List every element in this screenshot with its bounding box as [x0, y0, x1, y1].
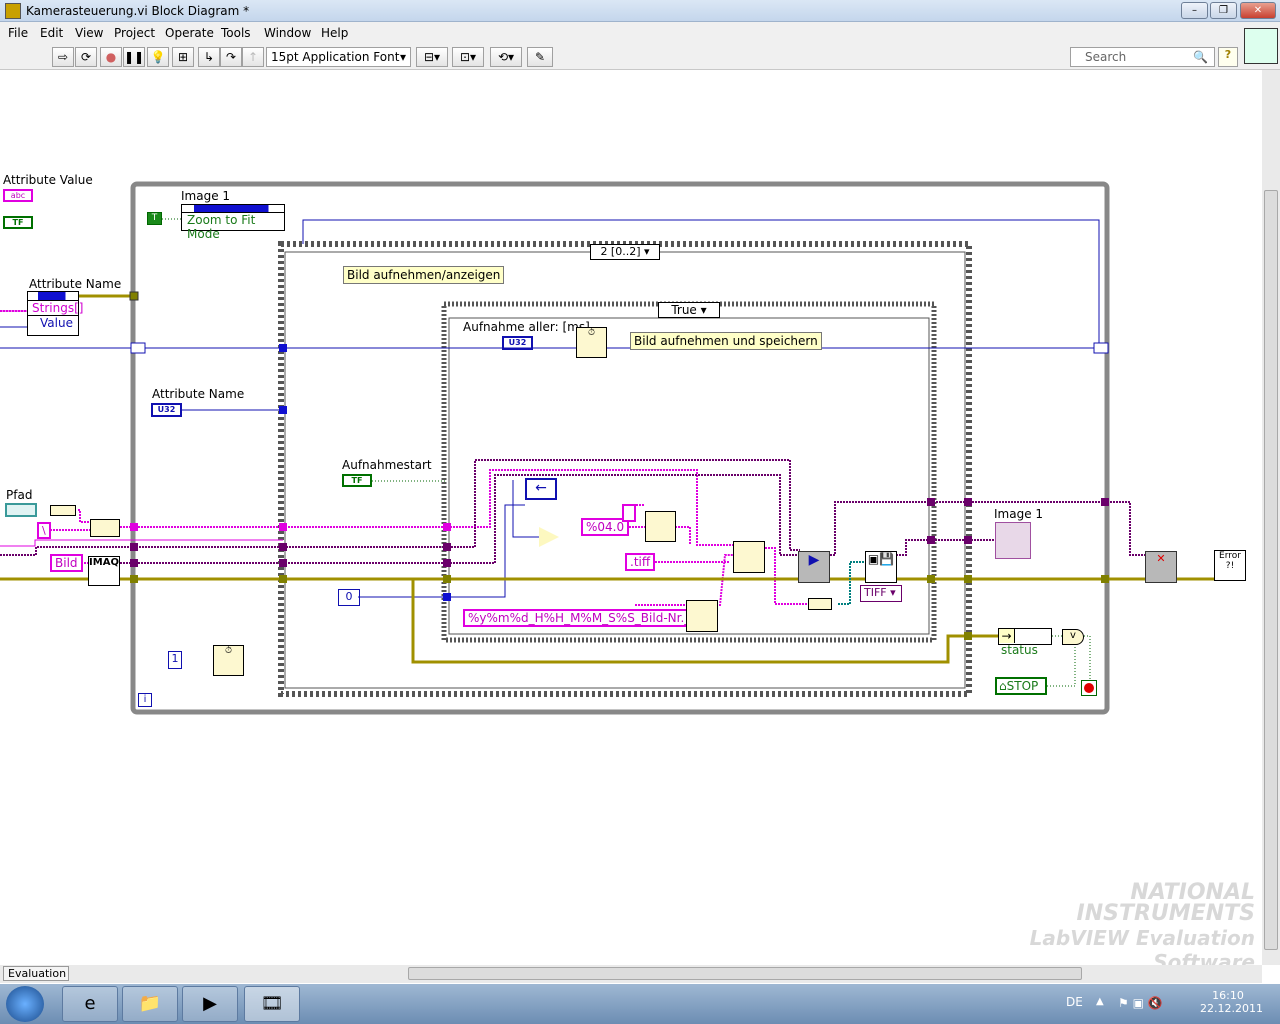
value-property: Value	[40, 316, 73, 330]
clock-time: 16:10	[1212, 989, 1244, 1002]
watermark-line2: INSTRUMENTS	[1076, 901, 1255, 926]
ni-watermark: NATIONAL INSTRUMENTS LabVIEW Evaluation …	[950, 880, 1255, 974]
path-to-string-icon	[50, 505, 76, 516]
aufnahmestart-terminal[interactable]: TF	[342, 474, 372, 487]
empty-string-constant[interactable]	[622, 504, 636, 522]
status-element: status	[1001, 643, 1038, 657]
file-type-ring[interactable]: TIFF ▾	[860, 585, 902, 602]
imaq-create-icon: IMAQ	[88, 556, 120, 586]
format-into-string-icon	[645, 511, 676, 542]
tray-icons[interactable]: ⚑ ▣ 🔇	[1118, 996, 1163, 1010]
clock[interactable]: 16:10 22.12.2011	[1200, 989, 1263, 1015]
backslash-constant[interactable]: \	[37, 522, 51, 539]
file-type-value: TIFF	[864, 586, 887, 599]
image1-property-label: Image 1	[181, 189, 231, 203]
one-constant[interactable]: 1	[168, 651, 182, 669]
attribute-name-label: Attribute Name	[152, 387, 245, 401]
sequence-frame-selector[interactable]: 2 [0..2] ▾	[590, 244, 660, 260]
true-constant[interactable]: T	[147, 212, 162, 225]
labview-taskbar-icon[interactable]: 🎞	[244, 986, 300, 1022]
strings-property: Strings[]	[28, 301, 83, 316]
sequence-comment: Bild aufnehmen/anzeigen	[343, 266, 505, 284]
image1-property-node[interactable]: Zoom to Fit Mode	[181, 204, 285, 241]
stop-button-terminal[interactable]: ⌂STOP	[995, 677, 1047, 695]
feedback-node: ←	[525, 478, 557, 500]
case-selector-value: True	[671, 303, 697, 317]
tiff-extension-constant[interactable]: .tiff	[625, 553, 656, 571]
image1-indicator-label: Image 1	[994, 507, 1044, 521]
wait-until-next-ms-icon: ⏱	[576, 327, 607, 358]
media-player-taskbar-icon[interactable]: ▶	[182, 986, 238, 1022]
attribute-name-property-node[interactable]: Strings[] Value	[27, 291, 83, 336]
wires	[0, 181, 1215, 715]
vertical-scroll-thumb[interactable]	[1264, 190, 1278, 950]
sequence-frame-value: 2 [0..2]	[600, 245, 641, 258]
pfad-path-terminal[interactable]	[5, 503, 37, 517]
ie-taskbar-icon[interactable]: e	[62, 986, 118, 1022]
zero-constant[interactable]: 0	[338, 589, 360, 606]
tray-expand-icon[interactable]: ▲	[1096, 996, 1104, 1007]
string-to-path-icon	[808, 598, 832, 610]
image1-display-icon	[995, 522, 1031, 559]
horizontal-scrollbar[interactable]: Evaluation	[0, 965, 1262, 983]
aufnahme-aller-label: Aufnahme aller: [ms]	[463, 320, 590, 334]
attribute-value-bool-terminal[interactable]: TF	[3, 216, 33, 229]
bild-constant[interactable]: Bild	[50, 554, 83, 572]
concatenate-strings-icon	[733, 541, 765, 573]
zoom-to-fit-property: Zoom to Fit Mode	[187, 213, 256, 241]
case-comment: Bild aufnehmen und speichern	[630, 332, 822, 350]
pfad-label: Pfad	[6, 488, 33, 502]
increment-icon	[539, 527, 559, 547]
evaluation-label: Evaluation	[3, 966, 69, 981]
imaq-write-file-icon: ▣💾	[865, 551, 897, 583]
imaqdx-close-camera-icon: ✕	[1145, 551, 1177, 583]
attribute-name-u32-terminal[interactable]: U32	[151, 403, 182, 417]
iteration-terminal: i	[138, 693, 152, 707]
format-date-time-icon	[686, 600, 718, 632]
aufnahmestart-label: Aufnahmestart	[342, 458, 432, 472]
attribute-value-label: Attribute Value	[3, 173, 93, 187]
imaqdx-grab-icon: ▶	[798, 551, 830, 583]
time-format-constant[interactable]: %y%m%d_H%H_M%M_S%S_Bild-Nr._	[463, 609, 696, 627]
unbundle-status: →status	[998, 628, 1052, 657]
horizontal-scroll-thumb[interactable]	[408, 967, 1082, 980]
start-button[interactable]	[6, 986, 44, 1022]
loop-condition-terminal[interactable]	[1081, 680, 1097, 696]
simple-error-handler-icon: Error ?!	[1214, 550, 1246, 581]
language-indicator[interactable]: DE	[1066, 995, 1083, 1009]
attribute-value-string-terminal[interactable]: abc	[3, 189, 33, 202]
taskbar: e 📁 ▶ 🎞 DE ▲ ⚑ ▣ 🔇 16:10 22.12.2011	[0, 984, 1280, 1024]
clock-date: 22.12.2011	[1200, 1002, 1263, 1015]
stop-label: STOP	[1006, 679, 1039, 693]
attribute-name-node-label: Attribute Name	[29, 277, 122, 291]
explorer-taskbar-icon[interactable]: 📁	[122, 986, 178, 1022]
wait-ms-icon: ⏱	[213, 645, 244, 676]
case-selector[interactable]: True ▾	[658, 302, 720, 318]
aufnahme-aller-terminal[interactable]: U32	[502, 336, 533, 350]
or-function-icon: v	[1062, 629, 1084, 645]
concatenate-strings-icon	[90, 519, 120, 537]
vertical-scrollbar[interactable]	[1262, 70, 1280, 965]
